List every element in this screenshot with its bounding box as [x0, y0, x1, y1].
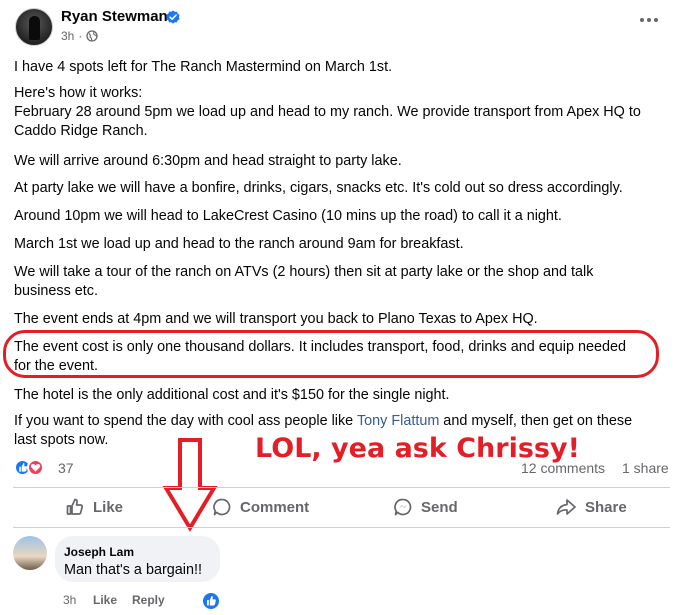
post-paragraph: March 1st we load up and head to the ran… — [14, 235, 464, 254]
post-line: business etc. — [14, 283, 98, 299]
author-name[interactable]: Ryan Stewman — [61, 8, 168, 25]
send-icon — [394, 498, 412, 516]
comment-like-reaction-icon[interactable] — [201, 591, 221, 611]
post-line: We will arrive around 6:30pm and head st… — [14, 153, 402, 169]
post-line: March 1st we load up and head to the ran… — [14, 236, 464, 252]
post-stats: 37 12 comments 1 share — [14, 458, 674, 478]
reaction-count[interactable]: 37 — [58, 460, 74, 476]
post-paragraph: At party lake we will have a bonfire, dr… — [14, 179, 623, 198]
send-button[interactable]: Send — [393, 494, 458, 520]
author-avatar[interactable] — [15, 8, 53, 46]
post-paragraph: I have 4 spots left for The Ranch Master… — [14, 58, 392, 77]
post-time[interactable]: 3h — [61, 29, 74, 43]
post-line: Caddo Ridge Ranch. — [14, 123, 148, 139]
comment-text: Man that's a bargain!! — [64, 562, 202, 578]
post-paragraph: We will arrive around 6:30pm and head st… — [14, 152, 402, 171]
post-line: Around 10pm we will head to LakeCrest Ca… — [14, 208, 562, 224]
highlight-ellipse — [3, 330, 659, 378]
comment-time[interactable]: 3h — [63, 593, 76, 607]
more-options-icon[interactable] — [640, 14, 664, 26]
commenter-avatar[interactable] — [13, 536, 47, 570]
comment-icon — [213, 498, 231, 516]
share-button[interactable]: Share — [555, 494, 627, 520]
share-icon — [556, 499, 576, 515]
post-line: February 28 around 5pm we load up and he… — [14, 104, 641, 120]
mention-link[interactable]: Tony Flattum — [357, 413, 439, 429]
post-line: The event ends at 4pm and we will transp… — [14, 311, 538, 327]
post-meta: 3h · — [61, 29, 99, 43]
comment-reply-button[interactable]: Reply — [132, 593, 165, 607]
post-line: We will take a tour of the ranch on ATVs… — [14, 264, 594, 280]
divider — [13, 527, 670, 528]
globe-icon — [86, 30, 99, 42]
thumbs-up-icon — [66, 498, 84, 515]
commenter-name[interactable]: Joseph Lam — [64, 545, 134, 559]
post-line: Here's how it works: — [14, 85, 143, 101]
divider — [13, 487, 670, 488]
verified-badge-icon — [166, 10, 180, 24]
love-reaction-icon[interactable] — [27, 459, 44, 476]
comment-like-button[interactable]: Like — [93, 593, 117, 607]
post-line: The hotel is the only additional cost an… — [14, 387, 450, 403]
post-line: At party lake we will have a bonfire, dr… — [14, 180, 623, 196]
post-paragraph: Around 10pm we will head to LakeCrest Ca… — [14, 207, 562, 226]
post-paragraph: We will take a tour of the ranch on ATVs… — [14, 263, 593, 301]
comments-count[interactable]: 12 comments — [521, 460, 605, 476]
down-arrow-icon — [162, 438, 218, 532]
post-paragraph: Here's how it works: February 28 around 5… — [14, 84, 641, 141]
post-line: I have 4 spots left for The Ranch Master… — [14, 59, 393, 75]
post-paragraph: The hotel is the only additional cost an… — [14, 386, 450, 405]
post-paragraph: The event ends at 4pm and we will transp… — [14, 310, 538, 329]
comment-button[interactable]: Comment — [212, 494, 309, 520]
shares-count[interactable]: 1 share — [622, 460, 669, 476]
like-button[interactable]: Like — [65, 494, 123, 520]
